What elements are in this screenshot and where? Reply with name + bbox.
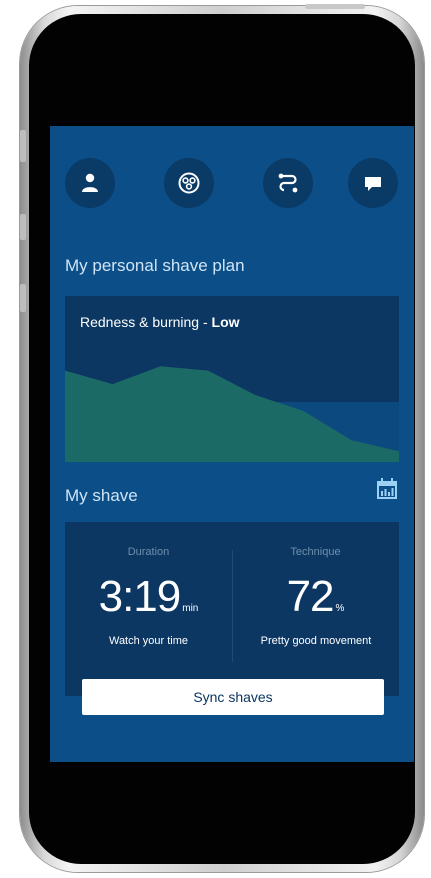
chat-icon (365, 177, 381, 191)
technique-label: Technique (290, 546, 341, 558)
technique-value: 72% (232, 572, 399, 622)
duration-number: 3:19 (98, 572, 182, 621)
technique-note: Pretty good movement (260, 635, 372, 647)
redness-label: Redness & burning - Low (80, 314, 240, 330)
sync-shaves-button[interactable]: Sync shaves (82, 679, 384, 715)
profile-button[interactable] (65, 158, 115, 208)
shaver-heads-icon (178, 172, 200, 194)
top-nav (50, 158, 414, 208)
redness-metric-name: Redness & burning - (80, 314, 212, 330)
app-screen: My personal shave plan Redness & burning… (50, 126, 414, 762)
technique-unit: % (335, 603, 345, 614)
redness-area (65, 366, 399, 462)
volume-up-button (20, 214, 26, 240)
mute-switch (20, 130, 26, 162)
technique-number: 72 (286, 572, 335, 621)
messages-button[interactable] (348, 158, 398, 208)
my-shave-title: My shave (65, 486, 138, 505)
shave-plan-card[interactable]: Redness & burning - Low (65, 296, 399, 462)
duration-value: 3:19 min (65, 572, 232, 622)
volume-down-button (20, 284, 26, 312)
user-icon (82, 173, 98, 192)
shave-plan-title: My personal shave plan (65, 256, 245, 275)
routine-button[interactable] (263, 158, 313, 208)
routine-icon (278, 173, 298, 193)
calendar-icon[interactable] (376, 478, 398, 500)
power-button (305, 4, 365, 9)
duration-label: Duration (127, 546, 170, 558)
my-shave-card: Duration 3:19 min Watch your time Techniq… (65, 522, 399, 696)
duration-note: Watch your time (108, 635, 189, 647)
shaver-button[interactable] (164, 158, 214, 208)
duration-unit: min (182, 603, 199, 614)
redness-level: Low (211, 314, 240, 330)
